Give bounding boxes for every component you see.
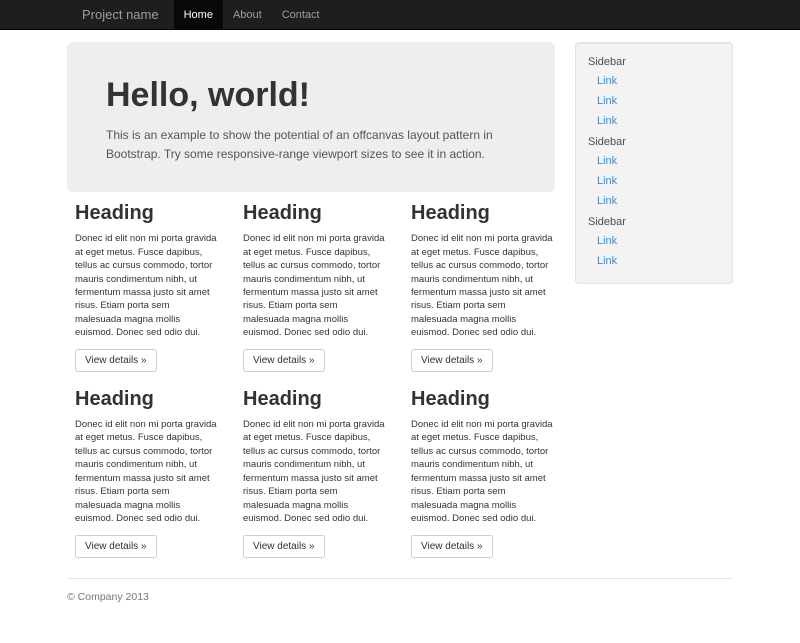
jumbotron: Hello, world! This is an example to show… — [67, 42, 555, 192]
sidebar-section-header: Sidebar — [576, 211, 732, 231]
view-details-button[interactable]: View details » — [243, 535, 325, 558]
sidebar-link[interactable]: Link — [576, 251, 732, 271]
card-heading: Heading — [411, 388, 553, 410]
view-details-button[interactable]: View details » — [243, 349, 325, 372]
feature-card: Heading Donec id elit non mi porta gravi… — [75, 202, 217, 372]
view-details-button[interactable]: View details » — [75, 535, 157, 558]
sidebar-link[interactable]: Link — [576, 151, 732, 171]
feature-card: Heading Donec id elit non mi porta gravi… — [411, 388, 553, 558]
cards-row-1: Heading Donec id elit non mi porta gravi… — [67, 202, 555, 372]
hero-title: Hello, world! — [106, 78, 525, 114]
card-heading: Heading — [75, 202, 217, 224]
card-body: Donec id elit non mi porta gravida at eg… — [243, 232, 385, 340]
view-details-button[interactable]: View details » — [411, 349, 493, 372]
card-body: Donec id elit non mi porta gravida at eg… — [411, 232, 553, 340]
card-body: Donec id elit non mi porta gravida at eg… — [75, 232, 217, 340]
copyright-text: © Company 2013 — [67, 591, 733, 603]
sidebar-section-header: Sidebar — [576, 131, 732, 151]
card-body: Donec id elit non mi porta gravida at eg… — [75, 418, 217, 526]
navbar: Project name Home About Contact — [0, 0, 800, 30]
view-details-button[interactable]: View details » — [411, 535, 493, 558]
card-heading: Heading — [411, 202, 553, 224]
nav-item-contact[interactable]: Contact — [272, 0, 330, 30]
sidebar-link[interactable]: Link — [576, 171, 732, 191]
view-details-button[interactable]: View details » — [75, 349, 157, 372]
nav-item-home[interactable]: Home — [174, 0, 223, 30]
card-heading: Heading — [243, 202, 385, 224]
sidebar-link[interactable]: Link — [576, 191, 732, 211]
sidebar-section-header: Sidebar — [576, 51, 732, 71]
sidebar-link[interactable]: Link — [576, 111, 732, 131]
feature-card: Heading Donec id elit non mi porta gravi… — [411, 202, 553, 372]
feature-card: Heading Donec id elit non mi porta gravi… — [75, 388, 217, 558]
sidebar-link[interactable]: Link — [576, 91, 732, 111]
hero-description: This is an example to show the potential… — [106, 126, 525, 164]
navbar-brand[interactable]: Project name — [67, 0, 174, 30]
footer: © Company 2013 — [67, 578, 733, 643]
sidebar-link[interactable]: Link — [576, 231, 732, 251]
card-heading: Heading — [75, 388, 217, 410]
nav-item-about[interactable]: About — [223, 0, 272, 30]
feature-card: Heading Donec id elit non mi porta gravi… — [243, 202, 385, 372]
main-content: Hello, world! This is an example to show… — [67, 42, 555, 558]
sidebar: Sidebar Link Link Link Sidebar Link Link… — [575, 42, 733, 284]
cards-row-2: Heading Donec id elit non mi porta gravi… — [67, 388, 555, 558]
feature-card: Heading Donec id elit non mi porta gravi… — [243, 388, 385, 558]
sidebar-link[interactable]: Link — [576, 71, 732, 91]
card-heading: Heading — [243, 388, 385, 410]
card-body: Donec id elit non mi porta gravida at eg… — [411, 418, 553, 526]
card-body: Donec id elit non mi porta gravida at eg… — [243, 418, 385, 526]
